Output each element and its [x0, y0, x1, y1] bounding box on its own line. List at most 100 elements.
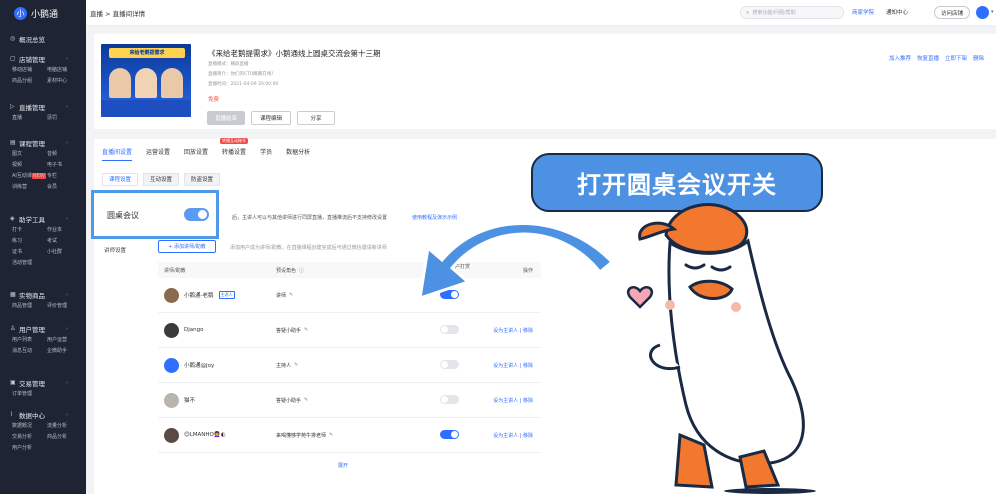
resume-live-link[interactable]: 恢复直播	[917, 54, 939, 62]
row-actions[interactable]: 设为主讲人 | 移除	[471, 327, 541, 334]
tab-item[interactable]: 直播间设置	[102, 147, 133, 161]
sidebar-item-label: 证书	[12, 249, 23, 255]
sidebar-item[interactable]: 训练营	[12, 182, 47, 193]
sidebar-item[interactable]: 用户分析	[12, 443, 47, 454]
sidebar-item[interactable]: 惩罚	[47, 113, 82, 124]
sidebar-item[interactable]: 流量分析	[47, 421, 82, 432]
edit-icon[interactable]: ✎	[304, 327, 308, 333]
sidebar-item[interactable]: AI互动课NEW	[12, 171, 47, 182]
row-actions[interactable]: 设为主讲人 | 移除	[471, 432, 541, 439]
sidebar-item[interactable]: 视频	[12, 160, 47, 171]
sidebar-section-head[interactable]: ▣ 交易管理 ›	[0, 376, 86, 389]
delete-link[interactable]: 删除	[973, 54, 984, 62]
chevron-down-icon[interactable]: ▾	[991, 9, 994, 15]
sidebar-item[interactable]: 商品分组	[12, 76, 47, 87]
sidebar-item[interactable]: 活动管理	[12, 258, 47, 269]
sidebar-section: ▦ 实物商品 › 商品管理 评价管理	[0, 288, 86, 312]
share-button[interactable]: 分享	[297, 111, 335, 125]
notification-link[interactable]: 通知中心	[886, 8, 908, 16]
sidebar-section-head[interactable]: ◈ 助学工具 ›	[0, 212, 86, 225]
reward-toggle[interactable]	[440, 324, 459, 334]
sidebar-item[interactable]: 交易分析	[12, 432, 47, 443]
sidebar-item[interactable]: 用户列表	[12, 335, 47, 346]
sidebar-item[interactable]: 证书	[12, 247, 47, 258]
sidebar-item-label: 练习	[12, 238, 23, 244]
breadcrumb[interactable]: 直播 > 直播间详情	[86, 8, 145, 18]
reward-toggle[interactable]	[440, 394, 459, 404]
sidebar-item[interactable]: 订单管理	[12, 389, 47, 400]
sidebar-item[interactable]: 练习	[12, 236, 47, 247]
take-down-link[interactable]: 立即下架	[945, 54, 967, 62]
subtab-item[interactable]: 课程设置	[102, 173, 139, 186]
lecturer-name: 小鹅通@Joy	[184, 363, 215, 369]
edit-icon[interactable]: ✎	[304, 397, 308, 403]
academy-link[interactable]: 商家学院	[852, 8, 874, 16]
sidebar-item[interactable]: 作业本	[47, 225, 82, 236]
sidebar-section-head[interactable]: ▦ 实物商品 ›	[0, 288, 86, 301]
edit-course-button[interactable]: 课程编辑	[251, 111, 291, 125]
tab-item[interactable]: 学员	[260, 147, 272, 161]
add-recommend-link[interactable]: 加入推荐	[889, 54, 911, 62]
sidebar-section-head[interactable]: ♙ 用户管理 ›	[0, 322, 86, 335]
sidebar-item[interactable]: 考试	[47, 236, 82, 247]
sidebar-item[interactable]: 音频	[47, 149, 82, 160]
expand-link[interactable]: 展开	[338, 462, 348, 469]
sidebar-item[interactable]: 专栏	[47, 171, 82, 182]
search-icon: ⌕	[746, 8, 750, 16]
sidebar-item[interactable]: 素材中心	[47, 76, 82, 87]
sidebar-item[interactable]: 移动店铺	[12, 65, 47, 76]
sidebar-section-head[interactable]: ▢ 店铺管理 ›	[0, 52, 86, 65]
visit-store-button[interactable]: 访问店铺	[934, 6, 970, 19]
sidebar-item[interactable]: 图文	[12, 149, 47, 160]
row-actions[interactable]: 设为主讲人 | 移除	[471, 397, 541, 404]
add-lecturer-button[interactable]: + 添加讲师/助教	[158, 240, 216, 253]
reward-toggle[interactable]	[440, 289, 459, 299]
sidebar-item[interactable]: 小社群	[47, 247, 82, 258]
sidebar-item[interactable]: 评价管理	[47, 301, 82, 312]
end-live-button[interactable]: 直播结束	[207, 111, 245, 125]
logo[interactable]: 小 小鹅通	[0, 0, 86, 26]
chevron-icon: ›	[66, 379, 68, 386]
sidebar-item[interactable]: 打卡	[12, 225, 47, 236]
info-icon: ⓘ	[299, 267, 305, 274]
chevron-icon: ›	[66, 411, 68, 418]
col-reward: 接受用户打赏 ⓘ	[376, 263, 471, 277]
sidebar-item[interactable]: 电脑店铺	[47, 65, 82, 76]
edit-icon[interactable]: ✎	[294, 362, 298, 368]
roundtable-tutorial-link[interactable]: 使用教程及演示示例	[412, 214, 457, 221]
edit-icon[interactable]: ✎	[329, 432, 333, 438]
sidebar-item[interactable]: 企微助手	[47, 346, 82, 357]
subtab-item[interactable]: 防盗设置	[184, 173, 221, 186]
table-row: 小鹅通-老鹅 主讲人 讲师 ✎	[158, 278, 541, 313]
sidebar-section-head[interactable]: ▤ 课程管理 ›	[0, 136, 86, 149]
sidebar-item[interactable]: 会员	[47, 182, 82, 193]
edit-icon[interactable]: ✎	[289, 292, 293, 298]
tab-item[interactable]: 转播设置 转播互动账号	[220, 138, 249, 161]
sidebar-item[interactable]: 电子书	[47, 160, 82, 171]
sidebar-section-head[interactable]: ▷ 直播管理 ›	[0, 100, 86, 113]
row-actions[interactable]: 设为主讲人 | 移除	[471, 362, 541, 369]
sidebar-item[interactable]: 商品管理	[12, 301, 47, 312]
sidebar-item[interactable]: 商品分析	[47, 432, 82, 443]
role-cell: 答疑小助手 ✎	[276, 327, 376, 334]
sidebar-section-head[interactable]: ◎ 概况总览	[0, 32, 86, 45]
tab-item[interactable]: 数据分析	[286, 147, 310, 161]
sidebar-item[interactable]: 数据概况	[12, 421, 47, 432]
subtab-item[interactable]: 互动设置	[143, 173, 180, 186]
sidebar-item[interactable]: 直播	[12, 113, 47, 124]
section-label: 数据中心	[19, 411, 45, 420]
sidebar-section: ▷ 直播管理 › 直播 惩罚	[0, 100, 86, 124]
tab-item[interactable]: 回放设置	[184, 147, 208, 161]
avatar[interactable]	[976, 6, 989, 19]
search-input[interactable]: ⌕ 搜索功能/问题/帮助	[740, 6, 844, 19]
section-icon: ▷	[10, 103, 15, 110]
roundtable-toggle[interactable]	[184, 208, 209, 221]
tab-item[interactable]: 运营设置	[146, 147, 170, 161]
sidebar-item[interactable]: 用户运营	[47, 335, 82, 346]
sidebar-item-label: 专栏	[47, 173, 58, 179]
reward-toggle[interactable]	[440, 429, 459, 439]
sidebar-item[interactable]: 消息互动	[12, 346, 47, 357]
reward-toggle[interactable]	[440, 359, 459, 369]
sidebar-section-head[interactable]: ⌇ 数据中心 ›	[0, 408, 86, 421]
role-cell: 讲师 ✎	[276, 292, 376, 299]
